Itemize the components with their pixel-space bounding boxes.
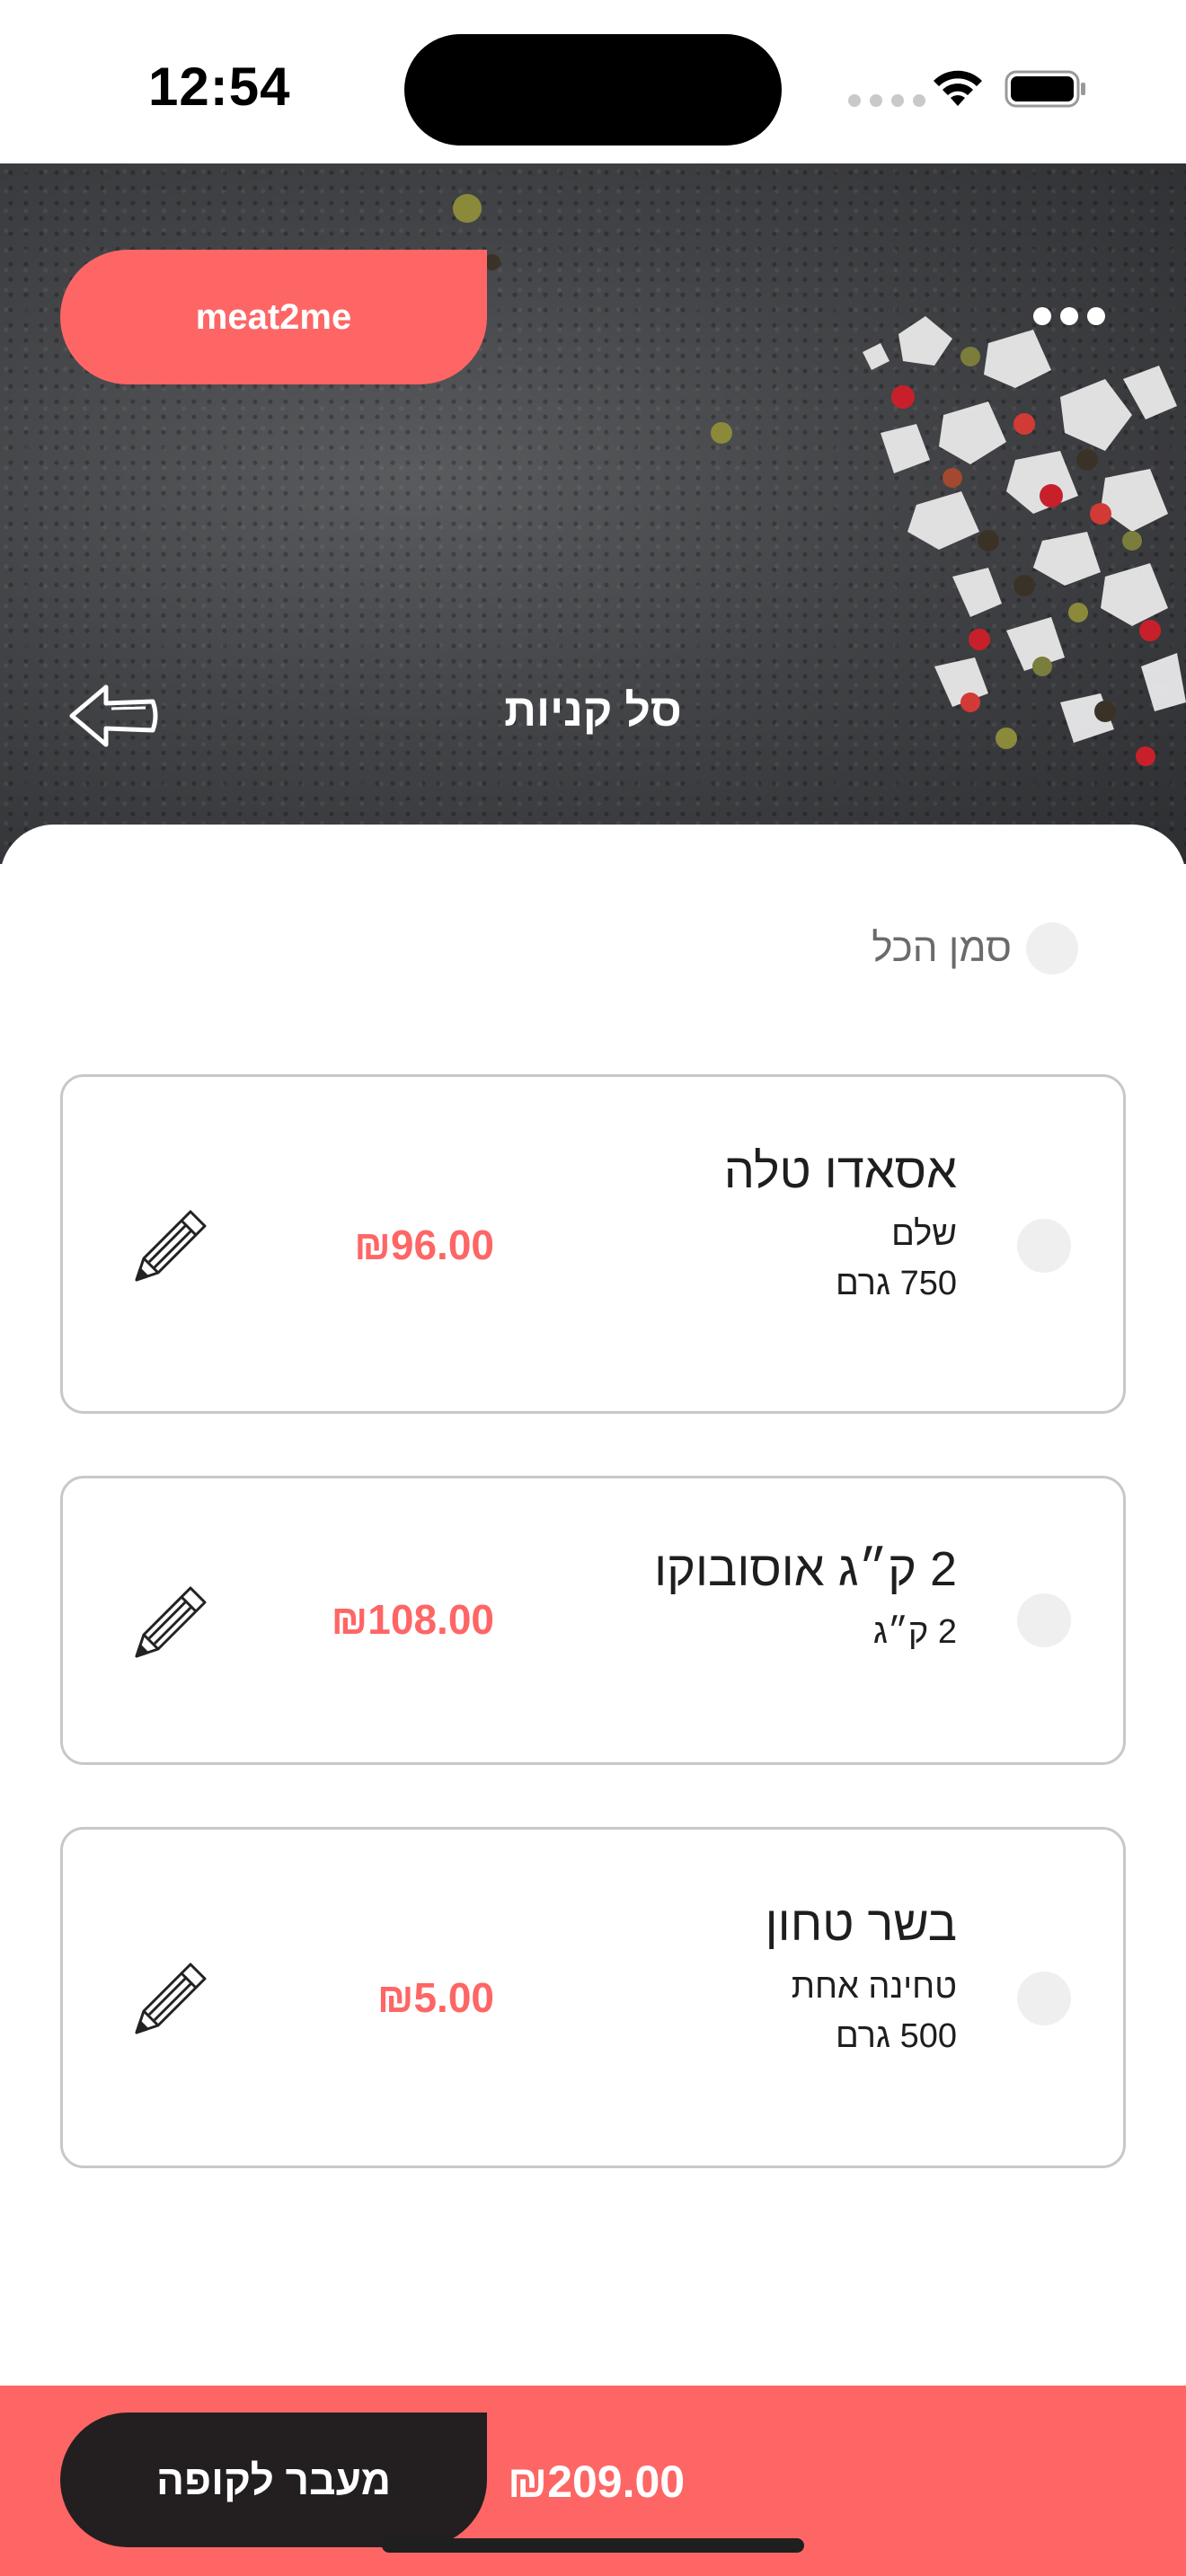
cart-item[interactable]: אסאדו טלה שלם 750 גרם ₪96.00 <box>60 1074 1126 1414</box>
item-option: שלם <box>891 1214 957 1253</box>
pencil-icon[interactable] <box>128 1579 214 1665</box>
cart-total: ₪209.00 <box>508 2457 686 2507</box>
wifi-icon <box>934 70 982 106</box>
item-price: ₪96.00 <box>354 1222 494 1268</box>
item-details: בשר טחון טחינה אחת 500 גרם <box>766 1894 957 2061</box>
item-title: 2 ק״ג אוסובוקו <box>654 1542 957 1596</box>
item-title: בשר טחון <box>765 1897 957 1951</box>
select-all-toggle[interactable]: סמן הכל <box>872 922 1078 975</box>
item-option: 2 ק״ג <box>872 1612 957 1651</box>
item-select-radio[interactable] <box>1017 1972 1071 2025</box>
pencil-icon[interactable] <box>128 1955 214 2042</box>
status-time: 12:54 <box>148 57 291 117</box>
pencil-icon[interactable] <box>128 1203 214 1289</box>
cart-item[interactable]: בשר טחון טחינה אחת 500 גרם ₪5.00 <box>60 1827 1126 2168</box>
item-select-radio[interactable] <box>1017 1593 1071 1647</box>
battery-icon <box>1005 70 1085 108</box>
status-bar: 12:54 <box>0 0 1186 163</box>
dynamic-island <box>404 34 782 146</box>
brand-logo-pill: meat2me <box>60 250 487 384</box>
item-details: 2 ק״ג אוסובוקו 2 ק״ג <box>654 1539 957 1657</box>
item-option: טחינה אחת <box>791 1967 957 2006</box>
hero-header: meat2me סל קניות <box>0 163 1186 864</box>
item-select-radio[interactable] <box>1017 1219 1071 1273</box>
page-title: סל קניות <box>504 685 682 736</box>
back-arrow-icon[interactable] <box>66 680 160 752</box>
select-all-label: סמן הכל <box>872 926 1012 970</box>
cellular-signal-icon <box>848 94 925 107</box>
item-price: ₪108.00 <box>331 1596 494 1643</box>
select-all-radio[interactable] <box>1026 922 1078 975</box>
more-options-icon[interactable] <box>1033 307 1105 329</box>
item-weight: 500 גרם <box>836 2016 957 2055</box>
home-indicator[interactable] <box>382 2538 804 2553</box>
cart-item[interactable]: 2 ק״ג אוסובוקו 2 ק״ג ₪108.00 <box>60 1476 1126 1765</box>
item-title: אסאדו טלה <box>723 1144 957 1198</box>
item-weight: 750 גרם <box>836 1264 957 1302</box>
item-details: אסאדו טלה שלם 750 גרם <box>724 1142 957 1309</box>
checkout-button[interactable]: מעבר לקופה <box>60 2413 487 2547</box>
item-price: ₪5.00 <box>376 1974 494 2021</box>
